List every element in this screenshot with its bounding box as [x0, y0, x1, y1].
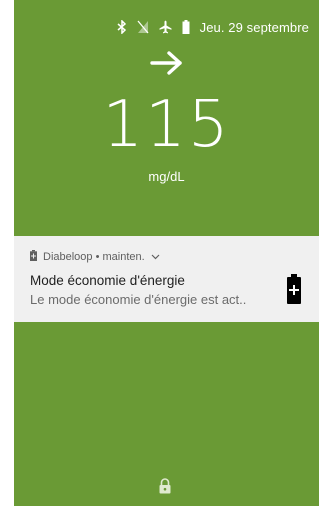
glucose-value: 115 [102, 88, 231, 162]
date-text: Jeu. 29 septembre [199, 19, 309, 35]
notification-text: Le mode économie d'énergie est act.. [30, 292, 247, 307]
status-bar: Jeu. 29 septembre [117, 18, 309, 36]
chevron-down-icon[interactable] [151, 251, 160, 263]
battery-saver-icon [30, 250, 37, 264]
lock-screen: Jeu. 29 septembre 115 mg/dL Diabeloop • … [14, 0, 319, 506]
lock-icon[interactable] [159, 478, 171, 499]
battery-icon [182, 20, 190, 34]
battery-saver-icon [287, 274, 301, 309]
notification-app-name: Diabeloop • mainten. [43, 251, 145, 263]
bluetooth-icon [117, 20, 127, 34]
no-signal-icon [137, 20, 149, 34]
trend-indicator [14, 50, 319, 78]
notification-title: Mode économie d'énergie [30, 273, 185, 288]
arrow-right-icon [149, 50, 184, 78]
airplane-mode-icon [159, 20, 172, 34]
notification-header: Diabeloop • mainten. [30, 250, 303, 264]
notification-card[interactable]: Diabeloop • mainten. Mode économie d'éne… [14, 236, 319, 322]
glucose-unit: mg/dL [148, 169, 185, 184]
